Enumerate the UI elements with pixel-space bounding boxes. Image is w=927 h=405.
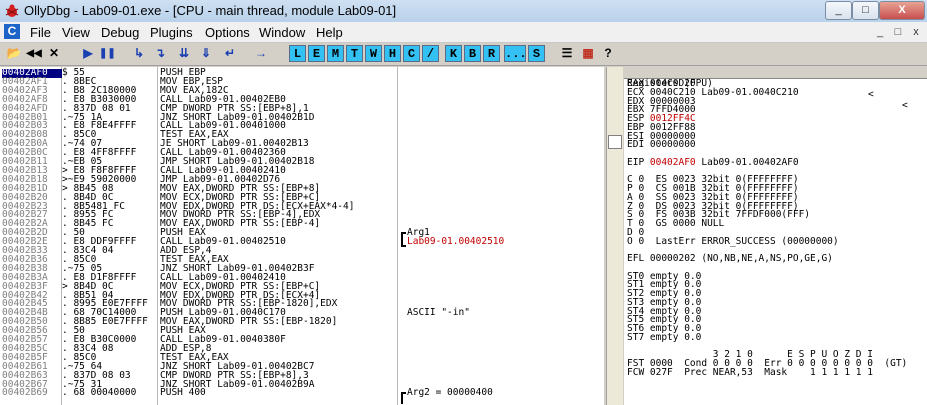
register-row[interactable]: EFL 00000202 (NO,NB,NE,A,NS,PO,GE,G) [627,253,833,264]
memory-map-button[interactable]: M [327,45,344,62]
disasm-address: 00402B69 [2,387,48,399]
menu-help[interactable]: Help [316,25,343,40]
register-text: ST7 empty 0.0 [627,331,702,343]
register-text: EIP [627,156,650,168]
menu-window[interactable]: Window [259,25,305,40]
maximize-button[interactable]: □ [852,1,879,20]
open-icon[interactable]: 📂 [6,45,22,62]
step-over-icon[interactable]: ↴ [152,45,168,62]
menu-file[interactable]: File [30,25,51,40]
window-title: OllyDbg - Lab09-01.exe - [CPU - main thr… [24,3,397,18]
menu-plugins[interactable]: Plugins [150,25,193,40]
next-view-arrow[interactable]: < [902,100,908,111]
execute-till-return-icon[interactable]: ↵ [222,45,238,62]
color-grid-icon[interactable]: ▦ [580,45,596,62]
register-annotation: Lab09-01.00402AF0 [695,156,799,168]
argument-bracket [401,392,406,405]
argument-bracket [401,232,406,248]
step-into-icon[interactable]: ↳ [131,45,147,62]
executables-button[interactable]: E [308,45,325,62]
pause-icon[interactable]: ❚❚ [99,45,116,62]
disasm-comment: ASCII "-in" [407,307,470,319]
breakpoints-button[interactable]: B [464,45,481,62]
disassembly-scrollbar[interactable] [606,67,623,405]
disasm-comment: Arg2 = 00000400 [407,387,493,399]
register-row[interactable]: EIP 00402AF0 Lab09-01.00402AF0 [627,156,799,168]
title-bar: OllyDbg - Lab09-01.exe - [CPU - main thr… [0,0,927,23]
run-trace-button[interactable]: ... [504,45,527,62]
source-button[interactable]: S [528,45,545,62]
handles-button[interactable]: H [384,45,401,62]
close-x-icon[interactable]: ✕ [46,45,62,62]
rewind-icon[interactable]: ◀◀ [26,45,42,62]
menu-options[interactable]: Options [205,25,250,40]
ollydbg-bug-icon [5,4,19,17]
call-stack-button[interactable]: K [445,45,462,62]
windows-button[interactable]: W [365,45,382,62]
cpu-button[interactable]: C [403,45,420,62]
register-text: O 0 LastErr ERROR_SUCCESS (00000000) [627,235,839,247]
threads-button[interactable]: T [346,45,363,62]
register-text: EFL 00000202 (NO,NB,NE,A,NS,PO,GE,G) [627,253,833,264]
disasm-row[interactable]: 00402B2A. 8B45 FC MOV EAX,DWORD PTR SS:[E… [0,219,604,229]
references-button[interactable]: R [483,45,500,62]
disasm-row[interactable]: 00402B69 . 68 00040000 PUSH 400 Arg2 = 0000… [0,387,604,399]
patches-button[interactable]: / [422,45,439,62]
list-view-icon[interactable]: ☰ [559,45,575,62]
registers-pane[interactable]: Registers (FPU) < < EAX 004C0D20 ECX 0040… [624,67,927,405]
menu-bar: C File View Debug Plugins Options Window… [0,22,927,43]
help-icon[interactable]: ? [600,45,616,62]
register-changed-value: 00402AF0 [649,156,696,168]
close-button[interactable]: X [879,1,925,20]
run-icon[interactable]: ▶ [80,45,96,62]
disasm-hex-dump: . 68 00040000 [62,387,137,399]
register-row[interactable]: FCW 027F Prec NEAR,53 Mask 1 1 1 1 1 1 [627,366,873,378]
trace-over-icon[interactable]: ⇓ [198,45,214,62]
cpu-window-icon[interactable]: C [4,24,20,39]
mdi-close-button[interactable]: x [908,25,924,39]
log-window-button[interactable]: L [289,45,306,62]
trace-into-icon[interactable]: ⇊ [176,45,192,62]
mdi-minimize-button[interactable]: _ [872,25,888,39]
register-text: FCW 027F Prec NEAR,53 Mask 1 1 1 1 1 1 [627,366,873,378]
toolbar: 📂 ◀◀ ✕ ▶ ❚❚ ↳ ↴ ⇊ ⇓ ↵ → L E M T W H C / … [0,43,927,66]
disassembly-pane[interactable]: 00402AF0 $ 55 PUSH EBP 00402AF1. 8BEC MOV EB… [0,67,604,405]
disasm-row[interactable]: 00402B50. 8B85 E0E7FFFF MOV EAX,DWORD PTR… [0,317,604,327]
scrollbar-thumb[interactable] [608,135,622,149]
register-row[interactable]: EDI 00000000 [627,139,696,151]
minimize-button[interactable]: _ [825,1,852,20]
disasm-instruction: PUSH 400 [160,387,206,399]
goto-icon[interactable]: → [253,45,269,62]
disasm-comment: Lab09-01.00402510 [407,236,505,248]
menu-view[interactable]: View [62,25,90,40]
register-row[interactable]: O 0 LastErr ERROR_SUCCESS (00000000) [627,235,839,247]
prev-view-arrow[interactable]: < [868,89,874,100]
mdi-maximize-button[interactable]: □ [890,25,906,39]
menu-debug[interactable]: Debug [101,25,139,40]
register-text: EDI 00000000 [627,139,696,151]
register-row[interactable]: ST7 empty 0.0 [627,331,702,343]
